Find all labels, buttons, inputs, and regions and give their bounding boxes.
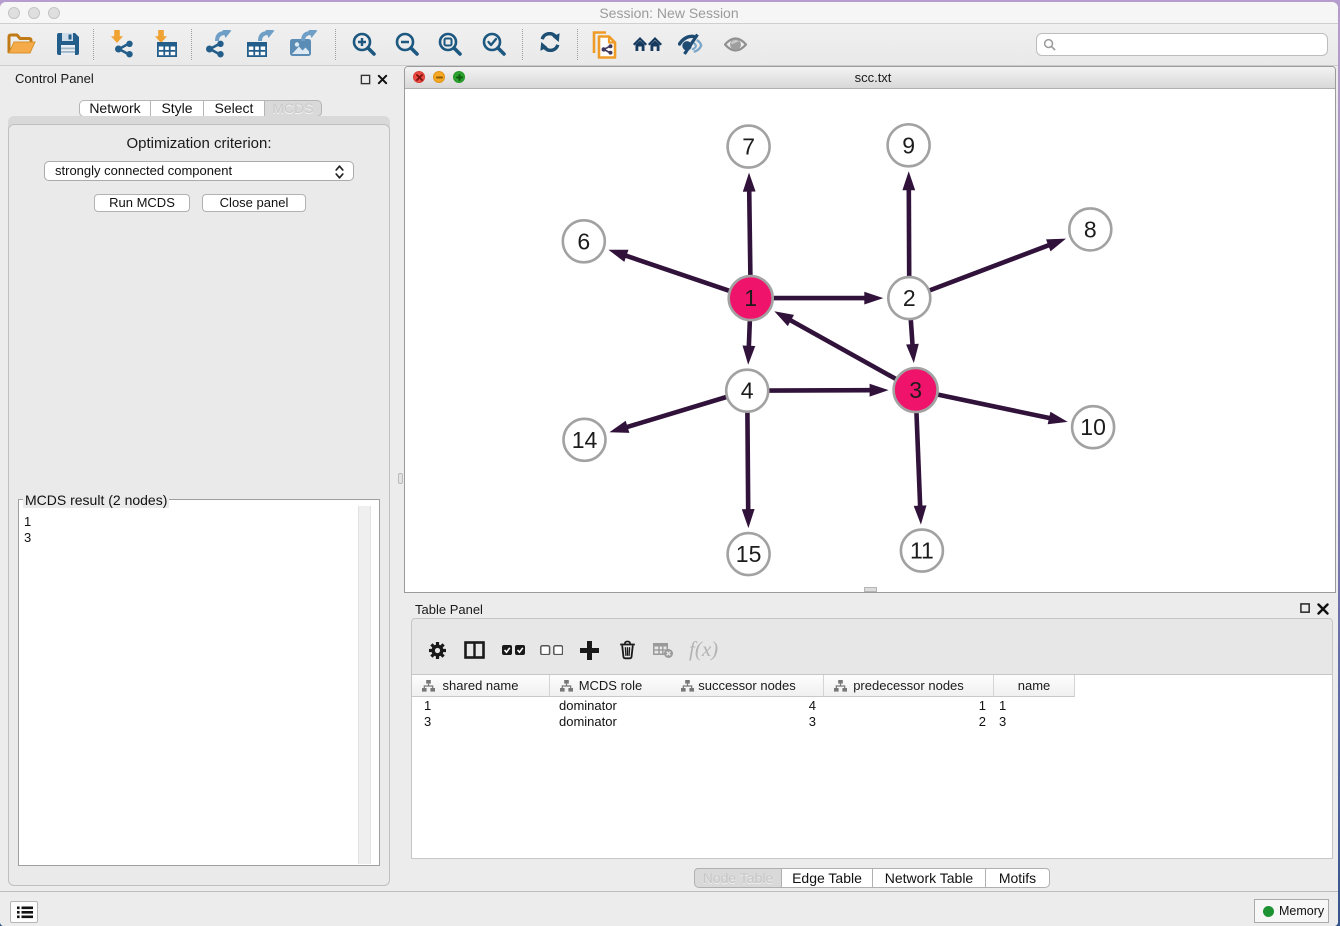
svg-text:8: 8: [1084, 216, 1097, 242]
svg-text:4: 4: [741, 378, 754, 404]
svg-text:2: 2: [903, 285, 916, 311]
svg-text:1: 1: [744, 285, 757, 311]
svg-text:6: 6: [577, 228, 590, 254]
svg-text:15: 15: [736, 541, 762, 567]
svg-text:11: 11: [910, 538, 934, 564]
svg-text:3: 3: [909, 377, 922, 403]
svg-text:9: 9: [902, 132, 915, 158]
svg-text:7: 7: [742, 134, 755, 160]
svg-text:10: 10: [1080, 414, 1106, 440]
svg-text:14: 14: [572, 427, 598, 453]
